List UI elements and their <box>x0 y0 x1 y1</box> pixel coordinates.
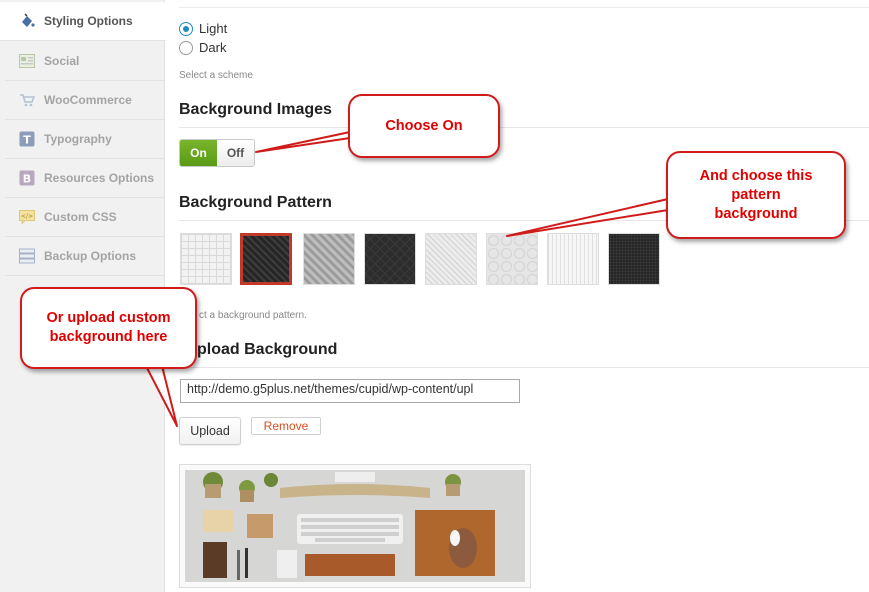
sidebar-item-woocommerce[interactable]: WooCommerce <box>5 81 164 120</box>
divider <box>179 127 869 128</box>
css-icon: </> <box>18 209 35 226</box>
sidebar-item-resources-options[interactable]: B Resources Options <box>5 159 164 198</box>
callout-upload-custom: Or upload custom background here <box>20 287 197 369</box>
divider <box>179 7 869 8</box>
remove-button[interactable]: Remove <box>251 417 321 435</box>
radio-button[interactable] <box>179 21 193 36</box>
sidebar-item-label: Backup Options <box>44 249 137 263</box>
callout-choose-on: Choose On <box>348 94 500 158</box>
sidebar-item-typography[interactable]: T Typography <box>5 120 164 159</box>
sidebar-item-label: WooCommerce <box>44 93 132 107</box>
scheme-help-text: Select a scheme <box>179 70 253 81</box>
callout-choose-pattern: And choose this pattern background <box>666 151 846 239</box>
background-images-title: Background Images <box>179 101 332 118</box>
pattern-swatch-dark-diamond[interactable] <box>364 233 416 285</box>
sidebar-item-label: Resources Options <box>44 171 155 185</box>
backup-icon <box>18 248 35 265</box>
sidebar-item-social[interactable]: Social <box>5 42 164 81</box>
upload-background-title: pload Background <box>197 341 338 358</box>
main-panel: Light Dark Select a scheme Background Im… <box>165 0 869 592</box>
sidebar-item-label: Social <box>44 54 80 68</box>
svg-text:T: T <box>23 134 31 147</box>
background-images-toggle[interactable]: On Off <box>179 139 255 167</box>
background-pattern-title: Background Pattern <box>179 194 332 211</box>
pattern-swatch-light-stripes[interactable] <box>425 233 477 285</box>
toggle-on[interactable]: On <box>180 140 217 166</box>
pattern-swatch-dark-diagonal[interactable] <box>240 233 292 285</box>
social-icon <box>18 53 35 70</box>
pattern-swatch-light-grid[interactable] <box>180 233 232 285</box>
sidebar-item-backup-options[interactable]: Backup Options <box>5 237 164 276</box>
pattern-help-text: ct a background pattern. <box>199 310 307 321</box>
pattern-swatch-dark-dots[interactable] <box>608 233 660 285</box>
upload-button[interactable]: Upload <box>179 417 241 445</box>
typography-icon: T <box>18 131 35 148</box>
pattern-swatch-gray-chevron[interactable] <box>303 233 355 285</box>
svg-text:</>: </> <box>20 213 32 220</box>
svg-text:B: B <box>22 173 30 186</box>
sidebar-item-label: Typography <box>44 132 112 146</box>
paint-bucket-icon <box>18 13 35 30</box>
sidebar-item-styling-options[interactable]: Styling Options <box>0 2 166 41</box>
radio-dark[interactable]: Dark <box>179 40 226 55</box>
radio-light[interactable]: Light <box>179 21 227 36</box>
radio-label: Light <box>199 21 228 36</box>
background-url-input[interactable]: http://demo.g5plus.net/themes/cupid/wp-c… <box>180 379 520 403</box>
toggle-off[interactable]: Off <box>217 140 254 166</box>
sidebar-item-label: Styling Options <box>44 14 133 28</box>
radio-button[interactable] <box>179 40 193 55</box>
pattern-swatch-light-vertical[interactable] <box>547 233 599 285</box>
cart-icon <box>18 92 35 109</box>
background-preview-image <box>185 470 525 582</box>
sidebar-item-label: Custom CSS <box>44 210 117 224</box>
sidebar-item-custom-css[interactable]: </> Custom CSS <box>5 198 164 237</box>
divider <box>179 367 869 368</box>
radio-label: Dark <box>199 40 227 55</box>
pattern-swatch-light-swirl[interactable] <box>486 233 538 285</box>
resources-icon: B <box>18 170 35 187</box>
